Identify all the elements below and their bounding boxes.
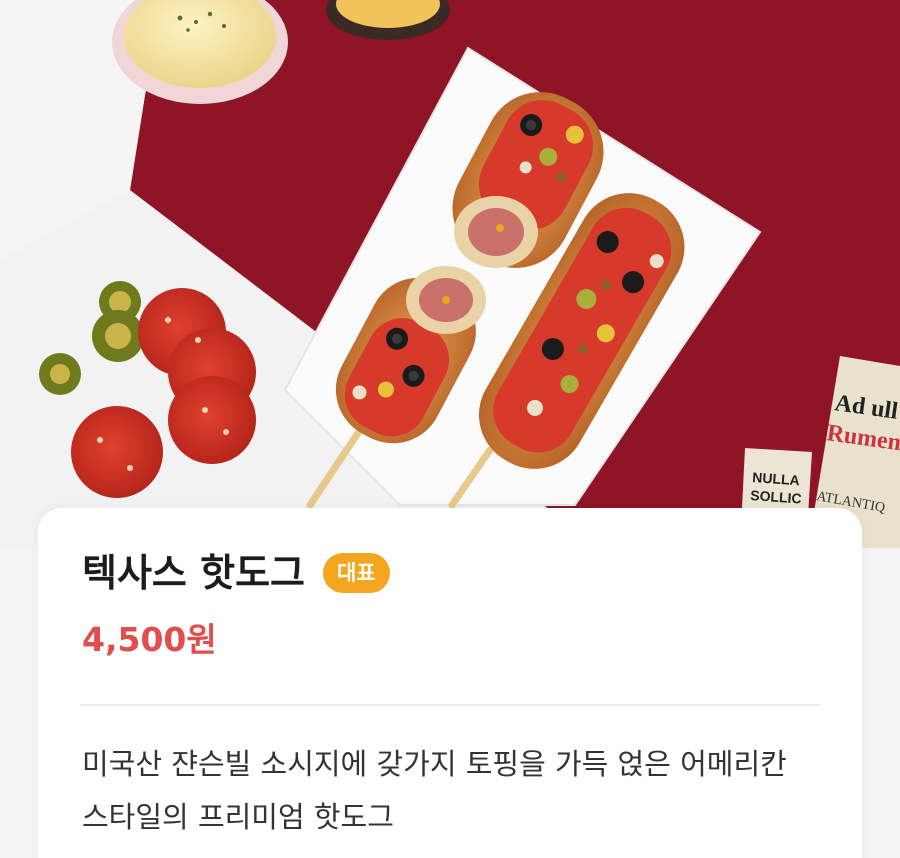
menu-title: 텍사스 핫도그 — [82, 551, 305, 595]
hotdog-plate-image: Ad ull Rumen NULLA SOLLIC ATLANTIQ — [0, 0, 900, 548]
title-row: 텍사스 핫도그 대표 — [82, 548, 390, 598]
menu-description: 미국산 쟌슨빌 소시지에 갖가지 토핑을 가득 얹은 어메리칸 스타일의 프리미… — [82, 747, 787, 834]
menu-price: 4,500원 — [82, 620, 217, 659]
product-photo: Ad ull Rumen NULLA SOLLIC ATLANTIQ — [0, 0, 900, 548]
newspaper-text-3: NULLA — [752, 469, 800, 488]
menu-info-card: 텍사스 핫도그 대표 4,500원 미국산 쟌슨빌 소시지에 갖가지 토핑을 가… — [38, 508, 862, 858]
signature-badge: 대표 — [323, 553, 390, 593]
divider — [80, 704, 820, 706]
sausage-cross-section-2 — [406, 266, 486, 334]
sausage-cross-section-1 — [454, 196, 538, 268]
